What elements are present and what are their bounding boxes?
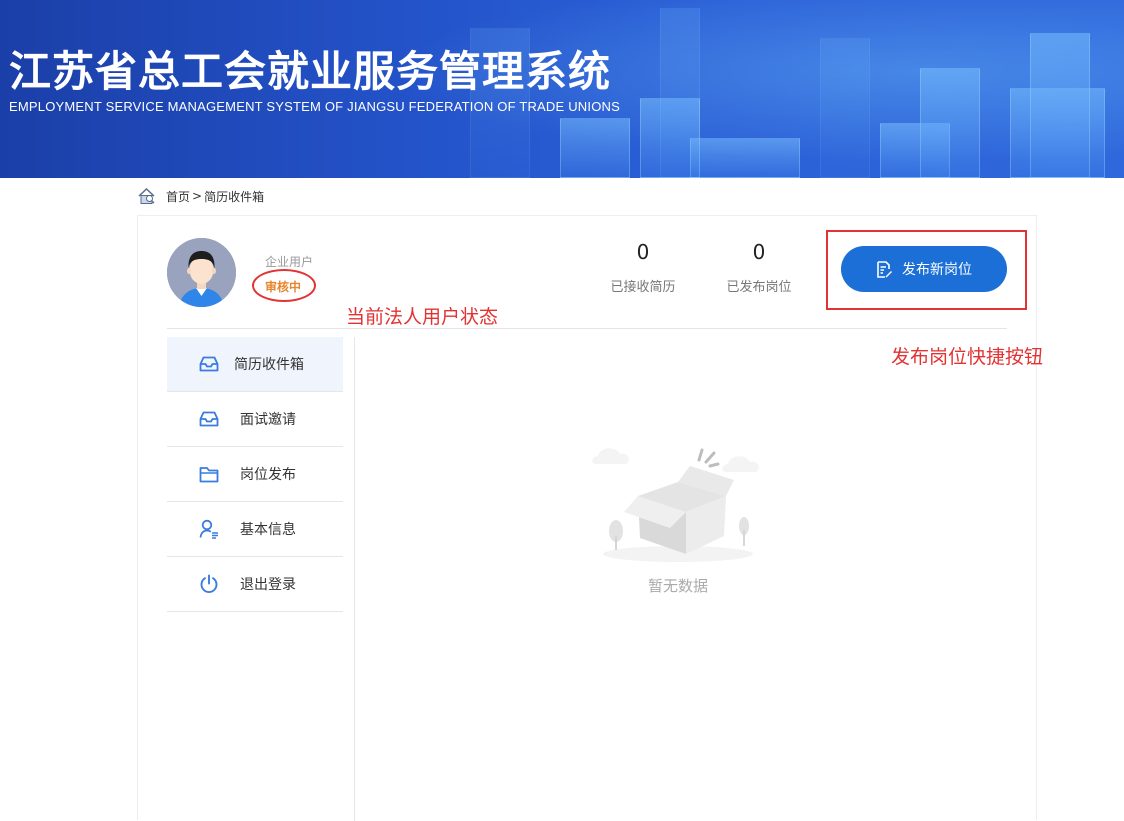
- breadcrumb-home-link[interactable]: 首页: [166, 188, 190, 205]
- header-divider: [167, 328, 1007, 329]
- sidebar-item-label: 面试邀请: [240, 412, 296, 428]
- document-edit-icon: [877, 260, 892, 278]
- user-type-label: 企业用户: [265, 255, 314, 269]
- banner-building: [690, 138, 800, 178]
- folder-icon: [198, 463, 220, 485]
- user-info-icon: [198, 518, 220, 540]
- sidebar-item-label: 岗位发布: [240, 467, 296, 483]
- power-icon: [198, 573, 220, 595]
- empty-box-icon: [592, 448, 759, 562]
- banner-building: [920, 68, 980, 178]
- sidebar-item-label: 简历收件箱: [234, 357, 304, 373]
- inbox-icon: [198, 353, 220, 375]
- sidebar-item-logout[interactable]: 退出登录: [167, 557, 343, 612]
- status-highlight-oval: [252, 269, 316, 302]
- breadcrumb-separator: >: [192, 189, 203, 203]
- stat-value: 0: [752, 240, 766, 264]
- banner-building: [1030, 33, 1090, 178]
- banner-building: [660, 8, 700, 178]
- system-subtitle: EMPLOYMENT SERVICE MANAGEMENT SYSTEM OF …: [9, 99, 620, 114]
- sidebar-item-basic-info[interactable]: 基本信息: [167, 502, 343, 557]
- annotation-user-status: 当前法人用户状态: [346, 306, 499, 328]
- sidebar-menu: 简历收件箱 面试邀请 岗位发布 基本信息 退出登录: [167, 337, 343, 612]
- inbox-icon: [198, 408, 220, 430]
- stat-label: 已发布岗位: [726, 280, 792, 295]
- empty-state-label: 暂无数据: [647, 577, 708, 595]
- stat-label: 已接收简历: [610, 280, 676, 295]
- banner-building: [820, 38, 870, 178]
- breadcrumb-current: 简历收件箱: [204, 189, 265, 204]
- user-avatar-icon: [167, 238, 236, 307]
- stat-value: 0: [636, 240, 650, 264]
- sidebar-item-label: 退出登录: [240, 577, 296, 593]
- sidebar-item-job-posting[interactable]: 岗位发布: [167, 447, 343, 502]
- publish-new-job-button[interactable]: 发布新岗位: [841, 246, 1007, 292]
- banner-building: [560, 118, 630, 178]
- sidebar-divider: [354, 337, 355, 821]
- avatar: [167, 238, 236, 307]
- header-banner: 江苏省总工会就业服务管理系统 EMPLOYMENT SERVICE MANAGE…: [0, 0, 1124, 178]
- main-panel: 企业用户 审核中 0 已接收简历 0 已发布岗位 发布新岗位 简历收件箱 面试邀…: [137, 215, 1037, 821]
- home-icon: [138, 187, 155, 204]
- sidebar-item-interview-invites[interactable]: 面试邀请: [167, 392, 343, 447]
- sidebar-item-resume-inbox[interactable]: 简历收件箱: [167, 337, 343, 392]
- system-title: 江苏省总工会就业服务管理系统: [9, 47, 612, 96]
- publish-button-label: 发布新岗位: [902, 262, 972, 278]
- breadcrumb: 首页 > 简历收件箱: [137, 186, 264, 206]
- stat-received-resumes[interactable]: 0 已接收简历: [598, 238, 688, 295]
- stat-published-jobs[interactable]: 0 已发布岗位: [714, 238, 804, 295]
- sidebar-item-label: 基本信息: [240, 522, 296, 538]
- annotation-publish-button: 发布岗位快捷按钮: [891, 346, 1044, 368]
